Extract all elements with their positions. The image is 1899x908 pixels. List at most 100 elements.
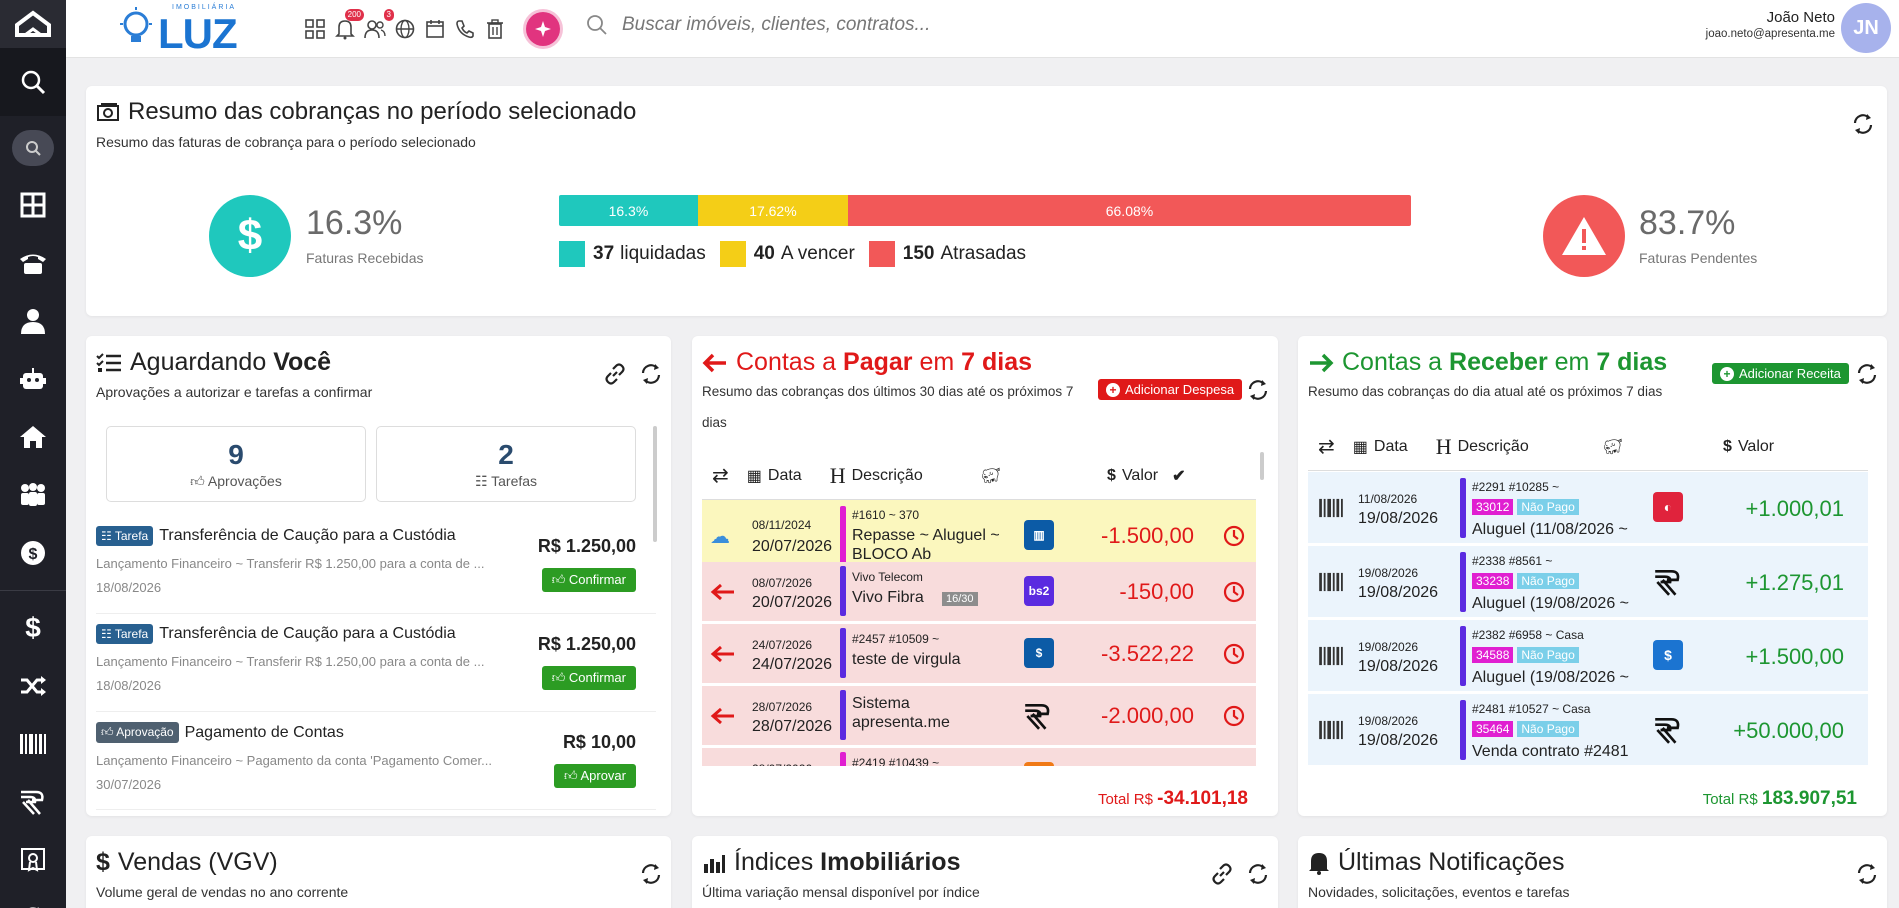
barcode-icon[interactable] — [1318, 498, 1344, 518]
receivable-row[interactable]: 19/08/2026 19/08/2026 #2338 #8561 ~ 33238 Nã… — [1308, 546, 1868, 618]
barcode-icon[interactable] — [1318, 720, 1344, 740]
clock-icon[interactable] — [1222, 642, 1246, 666]
dollar-icon: $ — [25, 612, 41, 643]
sidebar-item-phone[interactable] — [0, 234, 66, 292]
scrollbar[interactable] — [1260, 452, 1264, 480]
task-action-button[interactable]: 👍︎ Aprovar — [553, 764, 636, 788]
receivable-row[interactable]: 11/08/2026 19/08/2026 #2291 #10285 ~ 33012 N… — [1308, 472, 1868, 544]
receivable-total: Total R$ 183.907,51 — [1702, 788, 1857, 809]
avatar[interactable]: JN — [1841, 3, 1891, 53]
list-icon: ☷ — [101, 529, 115, 543]
notifications-button[interactable]: 200 — [332, 9, 364, 42]
sidebar-item-robot[interactable] — [0, 350, 66, 408]
refresh-icon[interactable] — [1246, 378, 1270, 402]
phone-button[interactable] — [452, 16, 478, 42]
task-action-button[interactable]: 👍︎ Confirmar — [541, 568, 636, 592]
tasks-box[interactable]: 2 ☷ Tarefas — [376, 426, 636, 502]
task-item[interactable]: ☷ Tarefa Transferência de Caução para a C… — [96, 516, 656, 614]
col-date[interactable]: Data — [768, 467, 802, 485]
task-title: Transferência de Caução para a Custódia — [159, 625, 456, 642]
col-description[interactable]: Descrição — [1458, 438, 1529, 456]
clock-icon[interactable] — [1222, 704, 1246, 728]
barcode-icon[interactable] — [1318, 646, 1344, 666]
bullhorn-icon — [1309, 852, 1329, 875]
refresh-icon[interactable] — [1855, 862, 1879, 886]
sidebar-quick-search[interactable] — [12, 130, 54, 166]
sidebar-item-properties[interactable] — [0, 408, 66, 466]
heading-icon: H — [829, 462, 846, 488]
link-icon[interactable] — [1210, 862, 1234, 886]
search-icon — [587, 15, 607, 35]
sidebar-search[interactable] — [0, 48, 66, 116]
col-value[interactable]: Valor — [1122, 467, 1158, 485]
sidebar-item-transfers[interactable] — [0, 657, 66, 715]
sidebar-item-payments[interactable]: $ — [0, 599, 66, 657]
refresh-icon[interactable] — [639, 862, 663, 886]
col-value[interactable]: Valor — [1738, 438, 1774, 456]
house-logo-icon — [15, 10, 51, 37]
row-meta: #2481 #10527 ~ Casa — [1472, 702, 1591, 716]
home-logo[interactable] — [0, 0, 66, 48]
col-description[interactable]: Descrição — [852, 467, 923, 485]
payable-subtitle: Resumo das cobranças dos últimos 30 dias… — [702, 384, 1074, 399]
barcode-icon[interactable] — [1318, 572, 1344, 592]
task-item[interactable]: ☷ Tarefa Transferência de Caução para a C… — [96, 614, 656, 712]
sidebar-item-finance[interactable]: $ — [0, 524, 66, 582]
row-date-due: 19/08/2026 — [1358, 584, 1439, 601]
sidebar-item-clients[interactable] — [0, 292, 66, 350]
search-input[interactable]: Buscar imóveis, clientes, contratos... — [622, 14, 930, 36]
row-meta: #2457 #10509 ~ — [852, 632, 940, 646]
sidebar-item-certificates[interactable] — [0, 831, 66, 889]
check-icon[interactable]: ✔ — [1172, 466, 1185, 486]
payable-row[interactable]: 28/07/2026 #2419 #10439 ~ ▥-150,00 — [702, 748, 1256, 766]
summary-card: Resumo das cobranças no período selecion… — [86, 86, 1887, 316]
sidebar-item-team[interactable] — [0, 466, 66, 524]
row-color-bar — [840, 506, 846, 568]
legend-label: liquidadas — [620, 243, 706, 265]
row-date-due: 19/08/2026 — [1358, 510, 1439, 527]
swap-icon[interactable]: ⇄ — [712, 463, 729, 488]
receivable-row[interactable]: 19/08/2026 19/08/2026 #2382 #6958 ~ Casa 34… — [1308, 620, 1868, 692]
user-info[interactable]: João Neto joao.neto@apresenta.me — [1706, 9, 1835, 40]
sidebar-item-boletos[interactable] — [0, 715, 66, 773]
brand-logo[interactable]: IMOBILIÁRIA LUZ — [116, 2, 238, 57]
task-item[interactable]: 👍︎ Aprovação Pagamento de Contas Lançament… — [96, 712, 656, 810]
sidebar-item-renewals[interactable]: $ — [0, 889, 66, 908]
link-icon[interactable] — [603, 362, 627, 386]
approvals-box[interactable]: 9 👍︎ Aprovações — [106, 426, 366, 502]
magic-button[interactable] — [526, 12, 560, 46]
row-color-bar — [1460, 552, 1466, 612]
users-button[interactable]: 3 — [362, 9, 394, 42]
add-income-button[interactable]: + Adicionar Receita — [1712, 363, 1849, 384]
swap-icon[interactable]: ⇄ — [1318, 434, 1335, 459]
globe-button[interactable] — [392, 16, 418, 42]
add-expense-button[interactable]: + Adicionar Despesa — [1098, 379, 1243, 400]
row-date-issued: 19/08/2026 — [1358, 566, 1419, 580]
clock-icon[interactable] — [1222, 524, 1246, 548]
trash-button[interactable] — [482, 16, 508, 42]
col-date[interactable]: Data — [1374, 438, 1408, 456]
global-search[interactable]: Buscar imóveis, clientes, contratos... — [586, 14, 930, 36]
sidebar-item-apresenta[interactable] — [0, 773, 66, 831]
thumbs-up-icon: 👍︎ — [101, 725, 117, 739]
payable-row[interactable]: 28/07/2026 28/07/2026 Sistema apresenta.me… — [702, 686, 1256, 746]
clock-icon[interactable] — [1222, 580, 1246, 604]
sparkle-icon — [535, 21, 551, 37]
refresh-icon[interactable] — [639, 362, 663, 386]
task-action-button[interactable]: 👍︎ Confirmar — [541, 666, 636, 690]
refresh-icon[interactable] — [1851, 112, 1875, 136]
calendar-button[interactable] — [422, 16, 448, 42]
payable-row[interactable]: 24/07/2026 24/07/2026 #2457 #10509 ~ teste … — [702, 624, 1256, 684]
payable-row[interactable]: 08/07/2026 20/07/2026 Vivo Telecom Vivo Fib… — [702, 562, 1256, 622]
receivable-row[interactable]: 19/08/2026 19/08/2026 #2481 #10527 ~ Casa 3… — [1308, 694, 1868, 766]
legend-item: 150 Atrasadas — [868, 241, 1026, 267]
refresh-icon[interactable] — [1246, 862, 1270, 886]
thumbs-up-icon: 👍︎ — [551, 670, 569, 685]
payable-subtitle-2: dias — [702, 415, 727, 430]
apps-button[interactable] — [302, 16, 328, 42]
user-name: João Neto — [1766, 9, 1835, 26]
sidebar-item-dashboard[interactable] — [0, 176, 66, 234]
task-tag: 👍︎ Aprovação — [96, 722, 179, 743]
legend-count: 150 — [902, 243, 935, 265]
refresh-icon[interactable] — [1855, 362, 1879, 386]
